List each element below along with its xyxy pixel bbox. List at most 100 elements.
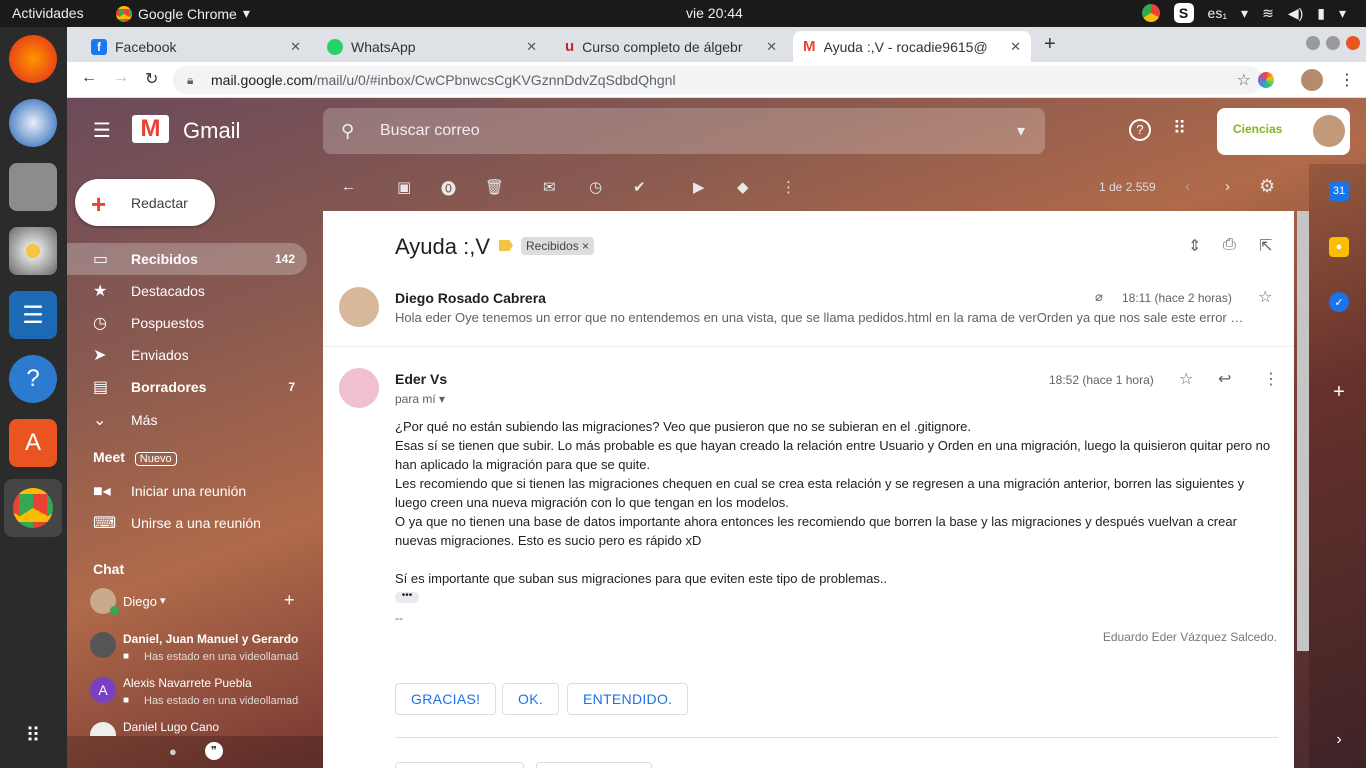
reload-icon[interactable]: ↻	[145, 69, 158, 89]
meet-join-meeting[interactable]: ⌨ Unirse a una reunión	[67, 507, 307, 539]
rhythmbox-icon[interactable]	[9, 227, 57, 275]
calendar-icon[interactable]: 31	[1329, 181, 1349, 201]
profile-avatar[interactable]	[1301, 69, 1323, 91]
chat-contact[interactable]: Daniel Lugo Cano	[90, 718, 305, 736]
system-tray[interactable]: S es₁ ▾ ≋ ◀) ▮ ▾	[1141, 3, 1346, 23]
activities-button[interactable]: Actividades	[12, 5, 84, 21]
label-chip[interactable]: Recibidos ×	[521, 237, 595, 255]
chevron-left-icon[interactable]: ‹	[1185, 178, 1190, 195]
tab-facebook[interactable]: f Facebook ✕	[81, 31, 311, 62]
search-options-icon[interactable]: ▾	[1017, 121, 1025, 141]
firefox-icon[interactable]	[9, 35, 57, 83]
close-icon[interactable]: ✕	[766, 39, 777, 55]
help-icon[interactable]: ?	[9, 355, 57, 403]
tab-gmail[interactable]: M Ayuda :,V - rocadie9615@ ✕	[793, 31, 1031, 62]
nav-snoozed[interactable]: ◷ Pospuestos	[67, 307, 307, 339]
add-addon-icon[interactable]: +	[1329, 381, 1349, 403]
search-bar[interactable]: ⚲ Buscar correo ▾	[323, 108, 1045, 154]
move-to-icon[interactable]: ▶	[693, 178, 705, 196]
chat-self[interactable]: Diego ▾ +	[90, 588, 305, 615]
chrome-dock-icon[interactable]	[4, 479, 62, 537]
reply-icon[interactable]: ↩	[1218, 369, 1231, 389]
chat-contact[interactable]: Daniel, Juan Manuel y Gerardo ■ Has esta…	[90, 630, 305, 666]
settings-gear-icon[interactable]: ⚙	[1259, 176, 1275, 197]
nav-drafts[interactable]: ▤ Borradores 7	[67, 371, 307, 403]
files-icon[interactable]	[9, 163, 57, 211]
back-to-inbox-icon[interactable]: ←	[341, 178, 356, 195]
libreoffice-writer-icon[interactable]: ☰	[9, 291, 57, 339]
meet-start-meeting[interactable]: ■◂ Iniciar una reunión	[67, 475, 307, 507]
smart-reply-button[interactable]: GRACIAS!	[395, 683, 497, 715]
recipient[interactable]: para mí ▾	[395, 392, 445, 406]
archive-icon[interactable]: ▣	[397, 178, 411, 196]
remove-label-icon[interactable]: ×	[582, 239, 589, 253]
main-menu-icon[interactable]: ☰	[93, 118, 111, 143]
forward-icon[interactable]: →	[113, 69, 129, 87]
back-icon[interactable]: ←	[81, 69, 97, 87]
scrollbar[interactable]	[1297, 211, 1309, 651]
gmail-logo-icon[interactable]: M	[132, 115, 169, 143]
chevron-right-icon[interactable]: ›	[1225, 178, 1230, 195]
thunderbird-icon[interactable]	[9, 99, 57, 147]
account-card[interactable]: Ciencias	[1217, 108, 1350, 155]
compose-button[interactable]: + Redactar	[75, 179, 215, 226]
chat-contact[interactable]: A Alexis Navarrete Puebla ■ Has estado e…	[90, 674, 305, 710]
label-icon[interactable]: ◆	[737, 178, 749, 196]
language-indicator[interactable]: es₁	[1208, 5, 1228, 21]
gmail-wordmark[interactable]: Gmail	[183, 118, 240, 144]
maximize-icon[interactable]	[1326, 36, 1340, 50]
clock[interactable]: vie 20:44	[686, 5, 743, 21]
nav-more[interactable]: ⌄ Más	[67, 404, 307, 436]
more-options-icon[interactable]: ⋮	[1263, 369, 1279, 389]
keep-icon[interactable]: ●	[1329, 237, 1349, 257]
extension-icon[interactable]	[1258, 72, 1274, 88]
skype-icon[interactable]: S	[1173, 3, 1194, 23]
software-center-icon[interactable]: A	[9, 419, 57, 467]
more-icon[interactable]: ⋮	[781, 178, 796, 196]
chrome-tray-icon[interactable]	[1141, 4, 1160, 22]
open-new-window-icon[interactable]: ⇱	[1259, 236, 1272, 256]
tasks-icon[interactable]: ✓	[1329, 292, 1349, 312]
close-icon[interactable]: ✕	[290, 39, 301, 55]
show-apps-icon[interactable]: ⠿	[9, 711, 57, 759]
minimize-icon[interactable]	[1306, 36, 1320, 50]
close-window-icon[interactable]	[1346, 36, 1360, 50]
nav-starred[interactable]: ★ Destacados	[67, 275, 307, 307]
star-icon[interactable]: ☆	[1179, 369, 1193, 389]
print-icon[interactable]: ⎙	[1223, 236, 1236, 254]
message-collapsed[interactable]: Diego Rosado Cabrera ⌀ 18:11 (hace 2 hor…	[323, 281, 1294, 347]
url-field[interactable]: 🔒︎ mail.google.com/mail/u/0/#inbox/CwCPb…	[173, 66, 1263, 94]
importance-marker-icon[interactable]	[499, 240, 513, 251]
add-task-icon[interactable]: ✔	[633, 178, 646, 196]
search-icon[interactable]: ⚲	[341, 121, 354, 142]
search-input[interactable]: Buscar correo	[380, 122, 480, 140]
reply-button[interactable]	[395, 762, 524, 768]
nav-sent[interactable]: ➤ Enviados	[67, 339, 307, 371]
smart-reply-button[interactable]: OK.	[502, 683, 560, 715]
star-icon[interactable]: ☆	[1258, 287, 1272, 307]
apps-grid-icon[interactable]: ⠿	[1173, 118, 1186, 139]
smart-reply-button[interactable]: ENTENDIDO.	[567, 683, 689, 715]
app-menu[interactable]: Google Chrome ▾	[116, 5, 250, 22]
menu-icon[interactable]: ⋮	[1339, 70, 1355, 90]
person-icon[interactable]: ●	[169, 744, 177, 759]
chevron-down-icon[interactable]: ▾	[160, 594, 166, 607]
tab-whatsapp[interactable]: WhatsApp ✕	[317, 31, 547, 62]
expand-panel-icon[interactable]: ›	[1329, 730, 1349, 750]
snooze-icon[interactable]: ◷	[589, 178, 602, 196]
forward-button[interactable]	[536, 762, 652, 768]
close-icon[interactable]: ✕	[1010, 39, 1021, 55]
expand-all-icon[interactable]: ⇕	[1188, 236, 1201, 256]
tab-curso-algebra[interactable]: u Curso completo de álgebr ✕	[555, 31, 787, 62]
window-controls[interactable]	[1306, 36, 1360, 50]
mark-unread-icon[interactable]: ✉	[543, 178, 556, 196]
nav-inbox[interactable]: ▭ Recibidos 142	[67, 243, 307, 275]
add-chat-icon[interactable]: +	[284, 590, 295, 611]
star-icon[interactable]: ☆	[1237, 70, 1251, 90]
show-trimmed-content-button[interactable]: •••	[395, 591, 419, 603]
close-icon[interactable]: ✕	[526, 39, 537, 55]
new-tab-button[interactable]: +	[1044, 33, 1056, 56]
delete-icon[interactable]: 🗑︎	[485, 178, 504, 196]
report-spam-icon[interactable]: ⓿	[441, 178, 456, 199]
help-icon[interactable]: ?	[1129, 119, 1151, 141]
